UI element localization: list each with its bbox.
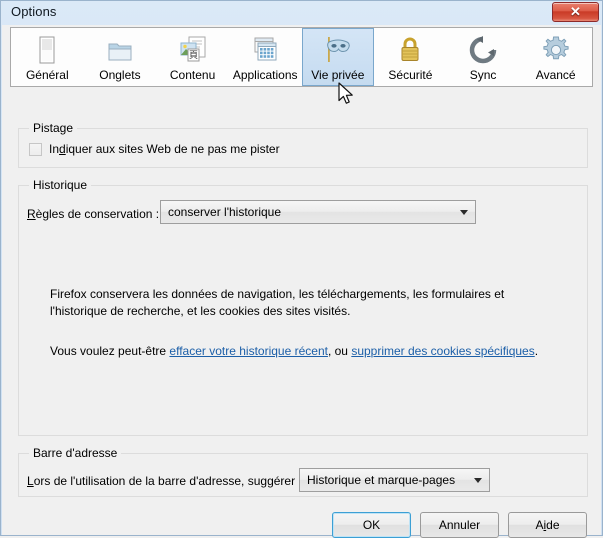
- tab-securite[interactable]: Sécurité: [374, 28, 447, 86]
- close-button[interactable]: ✕: [552, 2, 599, 22]
- chevron-down-icon: [467, 469, 489, 491]
- history-links-paragraph: Vous voulez peut-être effacer votre hist…: [50, 343, 570, 360]
- sync-arrows-icon: [467, 34, 499, 66]
- cb-accel: d: [59, 142, 66, 156]
- tab-label: Avancé: [535, 68, 576, 82]
- group-pistage: Pistage Indiquer aux sites Web de ne pas…: [18, 121, 588, 168]
- cb-text-before: In: [49, 142, 60, 156]
- remove-specific-cookies-link[interactable]: supprimer des cookies spécifiques: [351, 344, 534, 358]
- title-bar[interactable]: Options ✕: [1, 1, 602, 25]
- close-icon: ✕: [570, 3, 581, 19]
- ok-button[interactable]: OK: [332, 512, 411, 538]
- help-text-before: A: [535, 518, 544, 532]
- tab-label: Contenu: [169, 68, 216, 82]
- content-page-icon: 頁: [177, 34, 209, 66]
- links-middle: , ou: [327, 344, 352, 358]
- help-button[interactable]: Ai de: [508, 512, 587, 538]
- tab-label: Vie privée: [311, 68, 365, 82]
- retention-rules-value: conserver l'historique: [168, 205, 282, 219]
- suggest-dropdown[interactable]: Historique et marque-pages: [299, 468, 490, 492]
- tabs-folder-icon: [104, 34, 136, 66]
- client-area: Général Onglets 頁 Contenu Applications V…: [2, 25, 601, 538]
- help-text-after: de: [546, 518, 560, 532]
- history-description: Firefox conservera les données de naviga…: [50, 287, 505, 318]
- tab-general[interactable]: Général: [11, 28, 84, 86]
- suggest-value: Historique et marque-pages: [307, 473, 456, 487]
- cancel-button[interactable]: Annuler: [420, 512, 499, 538]
- do-not-track-checkbox[interactable]: [29, 142, 42, 156]
- privacy-mask-icon: [322, 34, 354, 66]
- links-prefix: Vous voulez peut-être: [50, 344, 170, 358]
- cb-text-after: iquer aux sites Web de ne pas me pister: [65, 142, 280, 156]
- dialog-buttons: OK Annuler Ai de: [332, 512, 588, 538]
- gear-icon: [540, 34, 572, 66]
- group-title-barre-adresse: Barre d'adresse: [29, 446, 122, 460]
- tab-label: Général: [25, 68, 69, 82]
- group-title-historique: Historique: [29, 178, 92, 192]
- tab-label: Sécurité: [388, 68, 433, 82]
- window-title: Options: [11, 4, 57, 19]
- tab-vie-privee[interactable]: Vie privée: [301, 28, 375, 86]
- applications-icon: [249, 34, 281, 66]
- retention-rules-label: Règles de conservation :: [27, 207, 159, 221]
- group-barre-adresse: Barre d'adresse Lors de l'utilisation de…: [18, 446, 588, 497]
- do-not-track-label: Indiquer aux sites Web de ne pas me pist…: [49, 142, 280, 156]
- suggest-accel: L: [27, 474, 34, 488]
- suggest-label: Lors de l'utilisation de la barre d'adre…: [27, 474, 302, 488]
- tab-strip: Général Onglets 頁 Contenu Applications V…: [10, 27, 593, 87]
- retention-rules-dropdown[interactable]: conserver l'historique: [160, 200, 476, 224]
- tab-label: Sync: [469, 68, 497, 82]
- clear-recent-history-link[interactable]: effacer votre historique récent: [169, 344, 328, 358]
- options-window: Options ✕ Général Onglets 頁 Contenu Appl…: [0, 0, 603, 538]
- general-icon: [31, 34, 63, 66]
- retention-accel: R: [27, 207, 36, 221]
- chevron-down-icon: [453, 201, 475, 223]
- tab-applications[interactable]: Applications: [229, 28, 302, 86]
- do-not-track-row[interactable]: Indiquer aux sites Web de ne pas me pist…: [29, 142, 280, 156]
- padlock-icon: [394, 34, 426, 66]
- tab-label: Onglets: [99, 68, 141, 82]
- retention-label-rest: ègles de conservation :: [35, 207, 160, 221]
- suggest-label-rest: ors de l'utilisation de la barre d'adres…: [33, 474, 302, 488]
- group-historique: Historique Règles de conservation : cons…: [18, 178, 588, 436]
- tab-onglets[interactable]: Onglets: [84, 28, 157, 86]
- tab-avance[interactable]: Avancé: [519, 28, 592, 86]
- links-suffix: .: [534, 344, 539, 358]
- tab-contenu[interactable]: 頁 Contenu: [156, 28, 229, 86]
- svg-text:頁: 頁: [189, 50, 198, 61]
- group-title-pistage: Pistage: [29, 121, 78, 135]
- tab-sync[interactable]: Sync: [447, 28, 520, 86]
- tab-label: Applications: [232, 68, 298, 82]
